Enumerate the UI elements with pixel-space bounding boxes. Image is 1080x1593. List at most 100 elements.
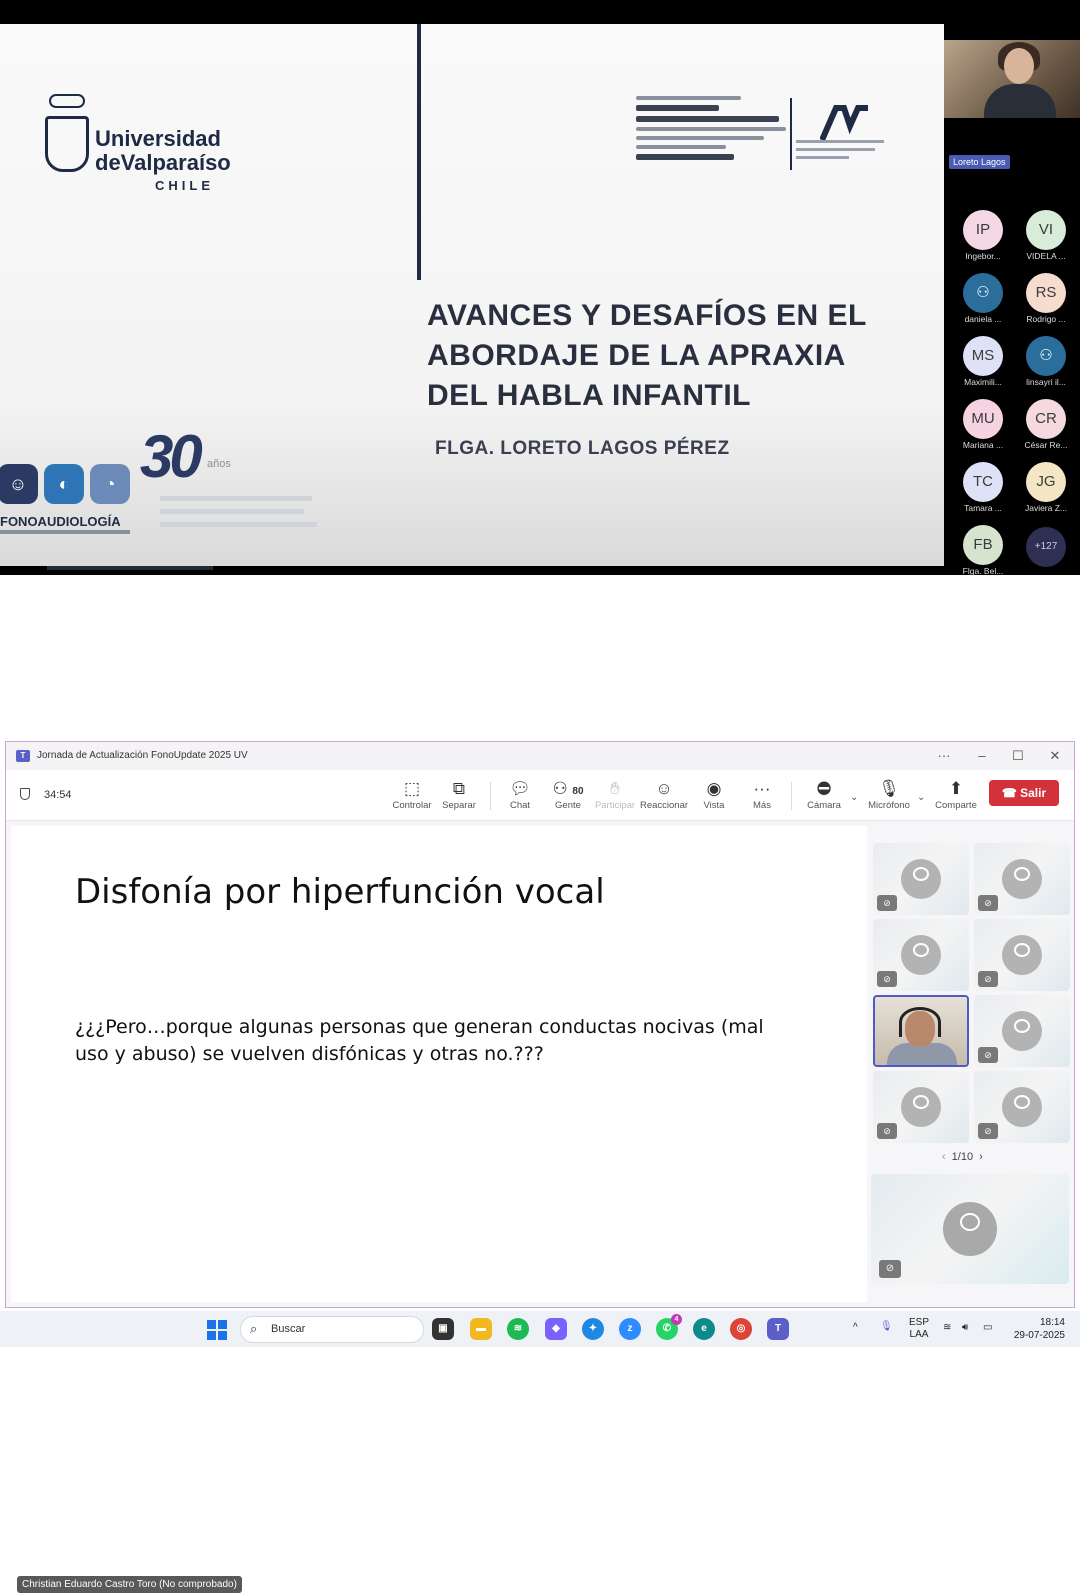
maximize-button[interactable]: ☐ <box>1002 746 1034 766</box>
wifi-icon[interactable]: ≋ <box>943 1322 951 1333</box>
camara-button[interactable]: ⛔︎ Cámara <box>796 778 852 811</box>
teams-icon[interactable]: T <box>767 1318 789 1340</box>
avatar <box>1002 1011 1042 1051</box>
teams-meeting-window: T Jornada de Actualización FonoUpdate 20… <box>5 741 1075 1593</box>
taskbar-search[interactable]: ⌕ Buscar <box>240 1316 424 1343</box>
participant-name: Ingebor... <box>965 251 1001 261</box>
participant-item[interactable]: ⚇ daniela ... <box>953 273 1013 324</box>
avatar: MS <box>963 336 1003 376</box>
microfono-button[interactable]: 🎙︎ Micrófono <box>861 778 917 811</box>
avatar <box>901 935 941 975</box>
participant-tile[interactable]: ⊘ <box>974 1071 1070 1143</box>
language-indicator[interactable]: ESP LAA <box>909 1317 929 1341</box>
participant-name: Javiera Z... <box>1024 503 1068 513</box>
teams-logo-icon: T <box>16 750 30 762</box>
participant-tile[interactable]: ⊘ <box>974 919 1070 991</box>
reaccionar-button[interactable]: ☺ Reaccionar <box>636 778 692 811</box>
spotify-icon[interactable]: ≋ <box>507 1318 529 1340</box>
crest-shield <box>45 116 89 172</box>
presenter-video[interactable] <box>944 40 1080 118</box>
avatar: TC <box>963 462 1003 502</box>
self-view-tile[interactable]: ⊘ <box>871 1174 1069 1284</box>
participant-item[interactable]: TC Tamara ... <box>953 462 1013 513</box>
next-page-icon[interactable]: › <box>973 1151 989 1163</box>
mic-muted-icon: ⊘ <box>978 1123 998 1139</box>
camera-off-icon: ⛔︎ <box>816 779 832 798</box>
participant-tile[interactable]: ⊘ <box>873 843 969 915</box>
participant-tile[interactable]: ⊘ <box>873 1071 969 1143</box>
participant-name: Tamara ... <box>964 503 1002 513</box>
anniversary-suffix: años <box>207 458 231 470</box>
participant-item[interactable]: VI VIDELA ... <box>1016 210 1076 261</box>
participant-tile[interactable]: ⊘ <box>974 995 1070 1067</box>
participant-item[interactable]: MS Maximili... <box>953 336 1013 387</box>
file-explorer-icon[interactable]: ▬ <box>470 1318 492 1340</box>
prev-page-icon[interactable]: ‹ <box>936 1151 952 1163</box>
leave-button[interactable]: ☎ Salir <box>989 780 1059 806</box>
participant-item[interactable]: MU Mariana ... <box>953 399 1013 450</box>
ear-icon: ◐ <box>44 464 84 504</box>
zoom-meeting-screenshot: Universidad deValparaíso CHILE AVANCES Y… <box>0 0 1080 575</box>
cna-caption <box>796 140 884 164</box>
participant-video-tile[interactable] <box>873 995 969 1067</box>
participant-name: Flga. Bel... <box>962 566 1004 576</box>
avatar: MU <box>963 399 1003 439</box>
gallery-pager: ‹ 1/10 › <box>936 1151 989 1163</box>
person-icon: ⚇ <box>1026 336 1066 376</box>
comparte-button[interactable]: ⬆︎ Comparte <box>928 778 984 811</box>
smiley-icon: ☺ <box>655 779 673 798</box>
taskbar-clock[interactable]: 18:14 29-07-2025 <box>1005 1316 1065 1342</box>
separar-button[interactable]: ⧉ Separar <box>431 778 487 811</box>
slide-divider <box>417 24 421 280</box>
volume-icon[interactable]: 🔊︎ <box>962 1322 968 1333</box>
chevron-up-icon[interactable]: ^ <box>853 1322 858 1333</box>
slide-author: FLGA. LORETO LAGOS PÉREZ <box>435 438 730 459</box>
avatar <box>1002 859 1042 899</box>
search-icon: ⌕ <box>250 1321 258 1336</box>
mas-button[interactable]: ··· Más <box>734 778 790 811</box>
participant-item[interactable]: CR César Re... <box>1016 399 1076 450</box>
copilot-icon[interactable]: ✦ <box>582 1318 604 1340</box>
mic-muted-icon: ⊘ <box>877 895 897 911</box>
raise-hand-icon: ✋︎ <box>610 779 620 798</box>
chrome-icon[interactable]: ◎ <box>730 1318 752 1340</box>
participar-button[interactable]: ✋︎ Participar <box>587 778 643 811</box>
participant-item[interactable]: IP Ingebor... <box>953 210 1013 261</box>
accreditation-block <box>636 96 786 165</box>
camera-options-chevron-icon[interactable]: ⌄ <box>850 792 858 803</box>
participant-item[interactable]: ⚇ linsayri il... <box>1016 336 1076 387</box>
battery-icon[interactable]: ▭ <box>983 1322 992 1333</box>
anniversary-tagline <box>160 496 320 535</box>
shield-icon <box>20 788 30 800</box>
mic-muted-icon: ⊘ <box>978 1047 998 1063</box>
mic-options-chevron-icon[interactable]: ⌄ <box>917 792 925 803</box>
microphone-icon[interactable]: 🎙︎ <box>880 1321 893 1332</box>
edge-icon[interactable]: e <box>693 1318 715 1340</box>
mic-muted-icon: ⊘ <box>978 895 998 911</box>
zoom-icon[interactable]: z <box>619 1318 641 1340</box>
participant-item[interactable]: JG Javiera Z... <box>1016 462 1076 513</box>
participant-name: Mariana ... <box>962 440 1004 450</box>
minimize-button[interactable]: – <box>966 746 998 766</box>
presenter-name-tag: Christian Eduardo Castro Toro (No compro… <box>17 1576 242 1593</box>
task-view-icon[interactable]: ▣ <box>432 1318 454 1340</box>
participant-item[interactable]: FB Flga. Bel... <box>953 525 1013 576</box>
store-icon[interactable]: ◆ <box>545 1318 567 1340</box>
avatar <box>901 1087 941 1127</box>
accreditation-separator <box>790 98 792 170</box>
whatsapp-icon[interactable]: ✆ 4 <box>656 1314 682 1340</box>
avatar: IP <box>963 210 1003 250</box>
meeting-toolbar: 34:54 ⬚ Controlar ⧉ Separar 💬︎ Chat ⚇ 80… <box>6 770 1074 821</box>
university-name-line1: Universidad <box>95 126 221 151</box>
more-options-icon[interactable]: ··· <box>928 746 960 766</box>
close-button[interactable]: ✕ <box>1039 746 1071 766</box>
participant-tile[interactable]: ⊘ <box>974 843 1070 915</box>
slide-body: ¿¿¿Pero…porque algunas personas que gene… <box>75 1016 764 1065</box>
slide-title: Disfonía por hiperfunción vocal <box>75 872 605 912</box>
slide-progress-bar <box>0 566 944 575</box>
avatar: VI <box>1026 210 1066 250</box>
windows-start-icon[interactable] <box>207 1320 227 1340</box>
participant-tile[interactable]: ⊘ <box>873 919 969 991</box>
more-participants-button[interactable]: +127 <box>1026 527 1066 567</box>
participant-item[interactable]: RS Rodrigo ... <box>1016 273 1076 324</box>
